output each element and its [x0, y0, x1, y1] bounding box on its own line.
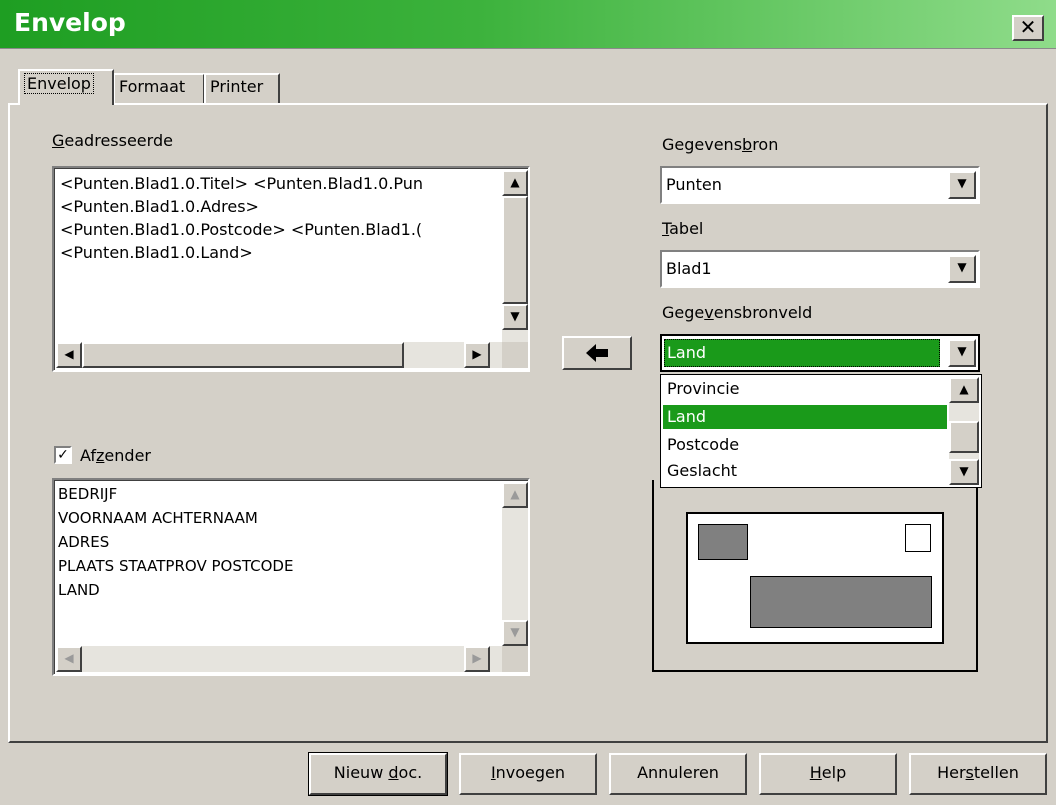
scroll-corner [502, 342, 528, 368]
preview-stamp [905, 524, 931, 552]
scroll-up-button[interactable]: ▲ [949, 377, 979, 403]
scroll-up-button[interactable]: ▲ [502, 482, 528, 508]
insert-field-button[interactable] [562, 336, 632, 370]
scroll-thumb[interactable] [502, 196, 528, 304]
table-select[interactable]: Blad1 ▼ [660, 250, 980, 288]
sender-checkbox[interactable]: ✓ [54, 446, 72, 464]
datafield-dropdown-list[interactable]: Provincie Land Postcode Geslacht ▲ ▼ [660, 374, 982, 488]
list-item[interactable]: Provincie [663, 377, 947, 401]
tab-envelop[interactable]: Envelop [18, 69, 114, 105]
sender-label[interactable]: Afzender [80, 446, 151, 465]
scroll-left-button[interactable]: ◀ [56, 646, 82, 672]
sender-text: BEDRIJF VOORNAAM ACHTERNAAM ADRES PLAATS… [58, 485, 294, 599]
dropdown-button[interactable]: ▼ [948, 255, 976, 283]
window-title: Envelop [14, 8, 126, 37]
datafield-label: Gegevensbronveld [662, 303, 813, 322]
datasource-select[interactable]: Punten ▼ [660, 166, 980, 204]
chevron-down-icon: ▼ [957, 344, 967, 358]
scroll-down-button[interactable]: ▼ [502, 304, 528, 330]
help-button[interactable]: Help [759, 753, 897, 795]
sender-vscrollbar[interactable]: ▲ ▼ [502, 482, 528, 646]
preview-address-block [750, 576, 932, 628]
sender-hscrollbar[interactable]: ◀ ▶ [56, 646, 502, 672]
new-doc-button[interactable]: Nieuw doc. [308, 752, 448, 796]
arrow-left-icon [586, 344, 608, 362]
addressee-label: Geadresseerde [52, 131, 173, 150]
list-item[interactable]: Land [663, 405, 947, 429]
chevron-down-icon: ▼ [957, 176, 967, 190]
addressee-hscrollbar[interactable]: ◀ ▶ [56, 342, 502, 368]
close-button[interactable]: ✕ [1012, 15, 1044, 41]
addressee-textbox[interactable]: <Punten.Blad1.0.Titel> <Punten.Blad1.0.P… [52, 166, 530, 372]
tab-formaat[interactable]: Formaat [113, 73, 205, 103]
list-item[interactable]: Geslacht [663, 459, 947, 483]
close-icon: ✕ [1019, 15, 1037, 39]
checkmark-icon: ✓ [57, 447, 69, 463]
addressee-text: <Punten.Blad1.0.Titel> <Punten.Blad1.0.P… [60, 174, 424, 262]
insert-button[interactable]: Invoegen [459, 753, 597, 795]
cancel-button[interactable]: Annuleren [609, 753, 747, 795]
datafield-select[interactable]: Land ▼ [660, 334, 980, 372]
dropdown-button[interactable]: ▼ [948, 171, 976, 199]
dropdown-vscrollbar[interactable]: ▲ ▼ [949, 377, 979, 485]
scroll-right-button[interactable]: ▶ [464, 342, 490, 368]
table-label: Tabel [662, 219, 704, 238]
scroll-down-button[interactable]: ▼ [949, 459, 979, 485]
list-item[interactable]: Postcode [663, 433, 947, 457]
sender-textbox[interactable]: BEDRIJF VOORNAAM ACHTERNAAM ADRES PLAATS… [52, 478, 530, 676]
scroll-thumb[interactable] [82, 342, 404, 368]
preview-sender-block [698, 524, 748, 560]
reset-button[interactable]: Herstellen [909, 753, 1047, 795]
scroll-thumb[interactable] [949, 421, 979, 453]
title-bar [0, 0, 1056, 49]
tab-printer[interactable]: Printer [204, 73, 280, 103]
scroll-down-button[interactable]: ▼ [502, 620, 528, 646]
dropdown-button[interactable]: ▼ [948, 339, 976, 367]
scroll-up-button[interactable]: ▲ [502, 170, 528, 196]
datasource-label: Gegevensbron [662, 135, 779, 154]
addressee-vscrollbar[interactable]: ▲ ▼ [502, 170, 528, 342]
scroll-left-button[interactable]: ◀ [56, 342, 82, 368]
scroll-right-button[interactable]: ▶ [464, 646, 490, 672]
chevron-down-icon: ▼ [957, 260, 967, 274]
scroll-corner [502, 646, 528, 672]
